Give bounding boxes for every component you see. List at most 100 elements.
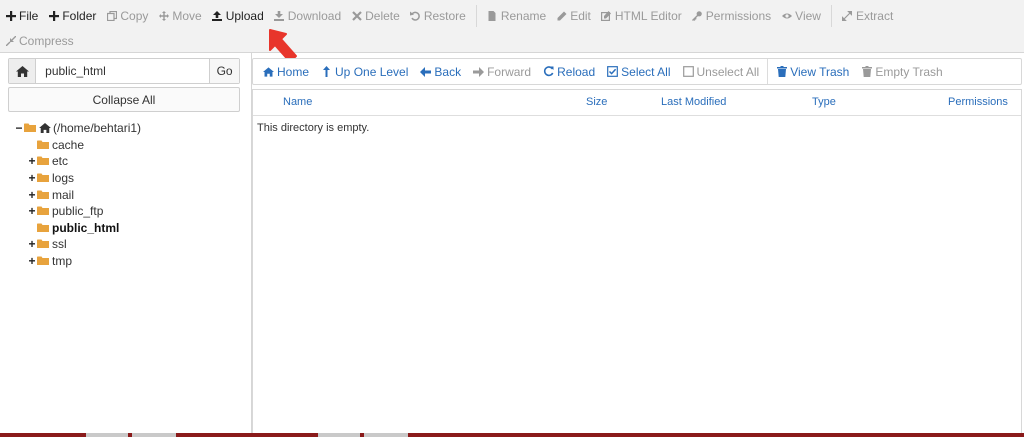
forward-button[interactable]: Forward <box>467 65 537 79</box>
html-editor-label: HTML Editor <box>614 8 682 23</box>
extract-button[interactable]: Extract <box>837 5 898 27</box>
expand-toggle-icon[interactable]: + <box>27 205 37 217</box>
trash-icon <box>861 66 872 77</box>
folder-icon <box>37 188 52 202</box>
home-nav-button[interactable]: Home <box>257 65 315 79</box>
tree-item[interactable]: public_html <box>14 220 244 237</box>
forward-label: Forward <box>487 64 532 79</box>
delete-button[interactable]: Delete <box>346 5 405 27</box>
navigation-bar: Home Up One Level Back Forward Reload Se… <box>252 58 1022 85</box>
reload-label: Reload <box>557 64 596 79</box>
expand-toggle-icon[interactable]: + <box>27 238 37 250</box>
html-editor-button[interactable]: HTML Editor <box>596 5 687 27</box>
path-bar: Go <box>8 58 240 84</box>
folder-icon <box>37 221 52 235</box>
upload-label: Upload <box>225 8 264 23</box>
collapse-all-button[interactable]: Collapse All <box>8 87 240 112</box>
restore-button[interactable]: Restore <box>405 5 471 27</box>
toolbar: File Folder Copy Move Upload Download Delete Re… <box>0 0 1024 53</box>
key-icon <box>692 10 703 22</box>
level-up-icon <box>321 66 332 77</box>
edit-button[interactable]: Edit <box>551 5 596 27</box>
taskbar-strip <box>0 433 1024 437</box>
tree-item[interactable]: − (/home/behtari1) <box>14 120 244 137</box>
tree-item-label: logs <box>52 171 75 186</box>
folder-icon <box>24 121 39 135</box>
rename-button[interactable]: Rename <box>482 5 551 27</box>
check-square-icon <box>607 66 619 77</box>
file-icon <box>487 10 498 22</box>
go-button[interactable]: Go <box>209 59 239 83</box>
download-label: Download <box>287 8 342 23</box>
pencil-icon <box>556 10 567 22</box>
square-icon <box>682 66 694 77</box>
permissions-button[interactable]: Permissions <box>687 5 776 27</box>
nav-separator <box>767 59 769 84</box>
file-list: Name Size Last Modified Type Permissions… <box>252 89 1022 435</box>
column-header-permissions[interactable]: Permissions <box>948 96 1008 108</box>
upload-icon <box>212 10 223 22</box>
copy-icon <box>106 10 117 22</box>
empty-trash-button[interactable]: Empty Trash <box>855 65 948 79</box>
home-path-button[interactable] <box>9 59 37 83</box>
view-button[interactable]: View <box>776 5 826 27</box>
compress-button[interactable]: Compress <box>0 30 79 52</box>
folder-icon <box>37 254 52 268</box>
copy-label: Copy <box>120 8 149 23</box>
tree-item[interactable]: + etc <box>14 153 244 170</box>
move-button[interactable]: Move <box>153 5 206 27</box>
extract-label: Extract <box>855 8 894 23</box>
folder-tree: − (/home/behtari1) cache + etc + logs + mail + pub… <box>14 120 244 269</box>
back-button[interactable]: Back <box>414 65 467 79</box>
undo-icon <box>410 10 421 22</box>
empty-trash-label: Empty Trash <box>875 64 943 79</box>
view-label: View <box>795 8 821 23</box>
tree-item[interactable]: cache <box>14 137 244 154</box>
upload-button[interactable]: Upload <box>207 5 269 27</box>
view-trash-label: View Trash <box>790 64 850 79</box>
compress-icon <box>5 35 16 47</box>
tree-item-label: public_html <box>52 220 120 235</box>
delete-label: Delete <box>365 8 400 23</box>
expand-icon <box>842 10 853 22</box>
expand-toggle-icon[interactable]: + <box>27 255 37 267</box>
rename-label: Rename <box>500 8 547 23</box>
home-icon <box>15 65 29 77</box>
column-header-name[interactable]: Name <box>283 96 312 108</box>
home-nav-label: Home <box>277 64 310 79</box>
column-header-type[interactable]: Type <box>812 96 836 108</box>
expand-toggle-icon[interactable]: + <box>27 172 37 184</box>
download-button[interactable]: Download <box>269 5 346 27</box>
unselect-all-button[interactable]: Unselect All <box>677 65 766 79</box>
folder-icon <box>37 138 52 152</box>
home-icon <box>39 123 51 134</box>
plus-icon <box>5 10 16 22</box>
toolbar-separator <box>830 4 832 27</box>
select-all-button[interactable]: Select All <box>601 65 676 79</box>
trash-icon <box>776 66 787 77</box>
tree-item-label: public_ftp <box>52 204 104 219</box>
tree-item[interactable]: + logs <box>14 170 244 187</box>
copy-button[interactable]: Copy <box>101 5 153 27</box>
tree-item[interactable]: + public_ftp <box>14 203 244 220</box>
collapse-toggle-icon[interactable]: − <box>14 122 24 134</box>
file-button[interactable]: File <box>0 5 43 27</box>
expand-toggle-icon[interactable]: + <box>27 155 37 167</box>
tree-item[interactable]: + tmp <box>14 253 244 270</box>
up-one-level-button[interactable]: Up One Level <box>315 65 414 79</box>
folder-icon <box>37 237 52 251</box>
reload-button[interactable]: Reload <box>537 65 601 79</box>
toolbar-separator <box>475 4 477 27</box>
expand-toggle-icon[interactable]: + <box>27 189 37 201</box>
arrow-left-icon <box>420 66 432 77</box>
tree-item[interactable]: + ssl <box>14 236 244 253</box>
path-input[interactable] <box>36 59 210 83</box>
move-icon <box>158 10 169 22</box>
column-header-size[interactable]: Size <box>586 96 607 108</box>
tree-item[interactable]: + mail <box>14 186 244 203</box>
folder-button[interactable]: Folder <box>43 5 101 27</box>
folder-icon <box>37 204 52 218</box>
tree-item-label: cache <box>52 137 85 152</box>
view-trash-button[interactable]: View Trash <box>770 65 855 79</box>
column-header-last-modified[interactable]: Last Modified <box>661 96 726 108</box>
